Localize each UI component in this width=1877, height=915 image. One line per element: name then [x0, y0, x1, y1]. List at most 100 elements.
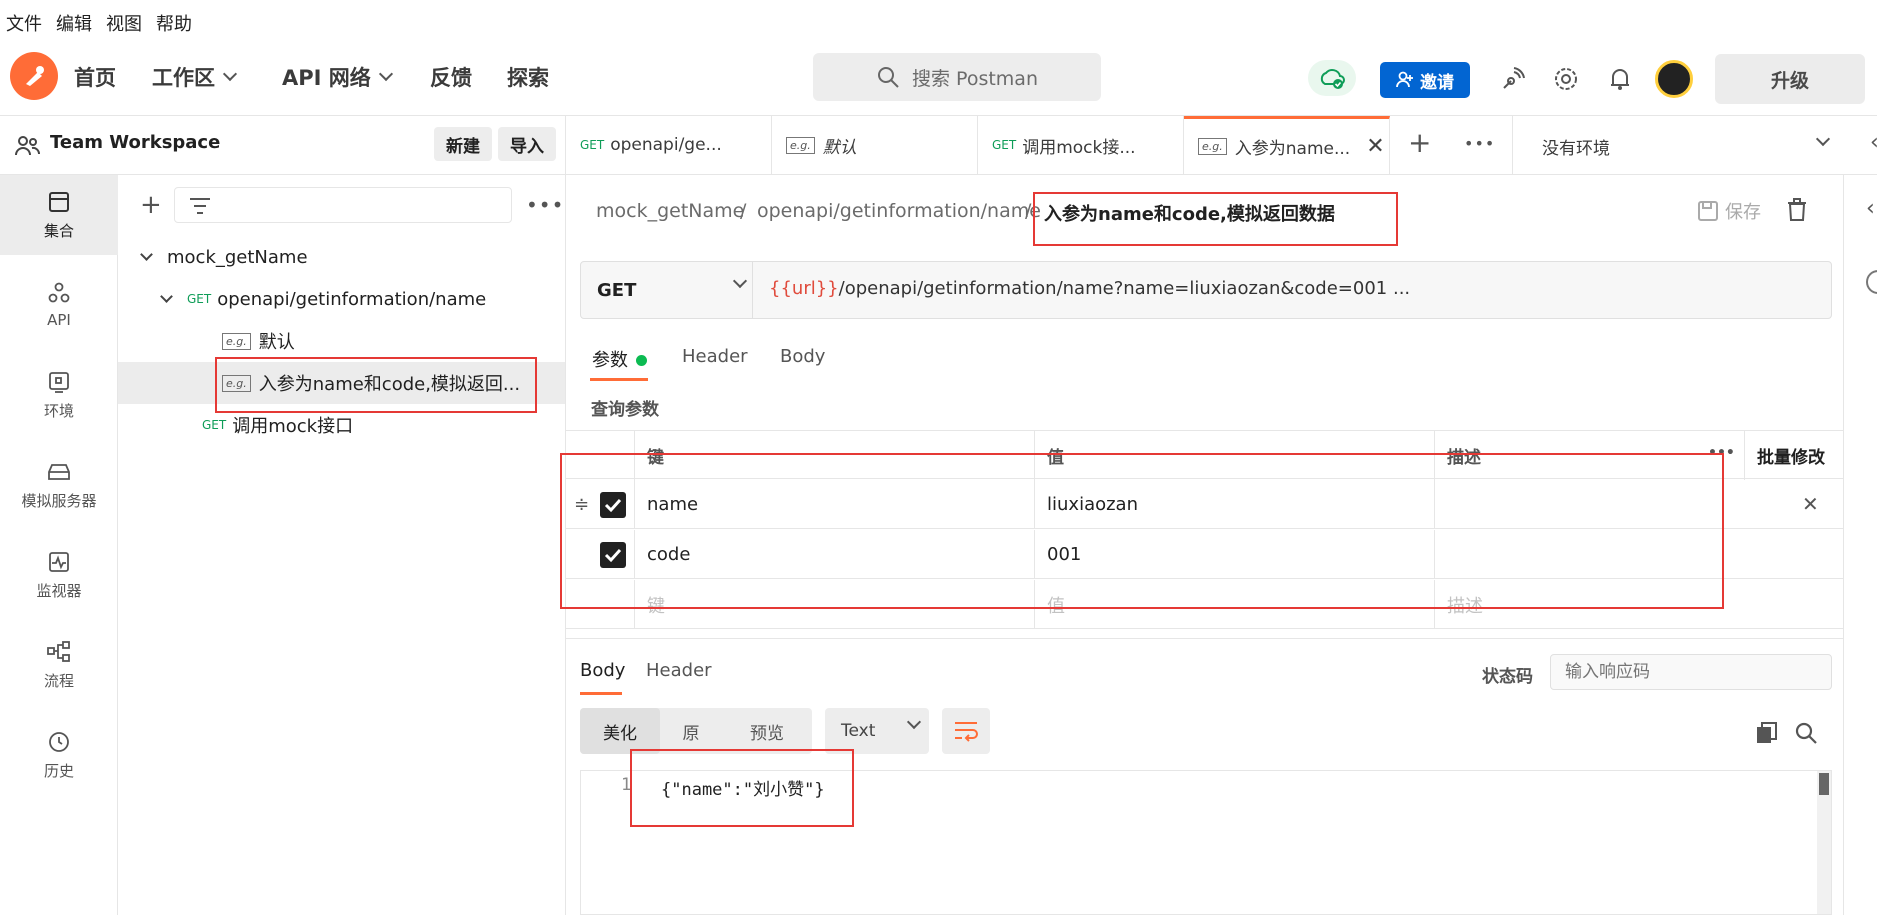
breadcrumb-request[interactable]: openapi/getinformation/name: [757, 200, 1041, 222]
description-cell[interactable]: [1434, 480, 1843, 529]
table-row: code 001: [566, 530, 1843, 579]
scrollbar-thumb[interactable]: [1819, 773, 1829, 795]
sync-status-button[interactable]: [1308, 60, 1356, 96]
menu-help[interactable]: 帮助: [156, 10, 192, 36]
tab-request[interactable]: GET openapi/ge...: [566, 116, 772, 174]
example-icon: e.g.: [222, 332, 251, 350]
rail-item-mock-servers[interactable]: 模拟服务器: [0, 445, 118, 525]
rail-item-flows[interactable]: 流程: [0, 625, 118, 705]
tree-request[interactable]: GET 调用mock接口: [118, 404, 565, 446]
view-preview[interactable]: 预览: [722, 708, 812, 754]
close-icon[interactable]: ✕: [1366, 134, 1384, 159]
api-icon: [48, 282, 70, 303]
tree-example[interactable]: e.g. 默认: [118, 320, 565, 362]
view-raw[interactable]: 原: [660, 708, 722, 754]
table-row: ≑ name liuxiaozan ✕: [566, 480, 1843, 529]
tab-header[interactable]: Header: [682, 346, 748, 367]
response-editor[interactable]: 1 {"name":"刘小赞"}: [580, 770, 1832, 915]
rail-item-api[interactable]: API: [0, 265, 118, 345]
delete-row-icon[interactable]: ✕: [1802, 492, 1819, 516]
divider: [1512, 116, 1513, 174]
divider: [566, 638, 1843, 639]
team-icon: [15, 136, 40, 156]
description-cell[interactable]: [1434, 530, 1843, 579]
tab-response-header[interactable]: Header: [646, 660, 712, 681]
user-avatar[interactable]: [1655, 60, 1693, 98]
url-input[interactable]: {{url}}/openapi/getinformation/name?name…: [769, 278, 1410, 299]
query-params-title: 查询参数: [591, 400, 659, 420]
satellite-icon[interactable]: [1500, 66, 1526, 92]
rail-item-monitors[interactable]: 监视器: [0, 535, 118, 615]
row-checkbox[interactable]: [600, 492, 626, 518]
info-icon[interactable]: [1866, 270, 1877, 294]
collection-icon: [49, 191, 69, 212]
environment-icon: [49, 371, 69, 393]
search-icon[interactable]: [1794, 721, 1818, 745]
tab-example[interactable]: e.g. 默认: [772, 116, 978, 174]
menu-view[interactable]: 视图: [106, 10, 142, 36]
tree-request[interactable]: GET openapi/getinformation/name: [118, 278, 565, 320]
rail-item-environments[interactable]: 环境: [0, 355, 118, 435]
menu-file[interactable]: 文件: [6, 10, 42, 36]
url-bar: GET {{url}}/openapi/getinformation/name?…: [580, 261, 1832, 319]
wrap-icon: [955, 722, 978, 742]
tab-example-active[interactable]: e.g. 入参为name... ✕: [1184, 116, 1390, 174]
history-icon: [49, 731, 69, 752]
more-options-icon[interactable]: •••: [526, 193, 564, 217]
nav-api-network[interactable]: API 网络: [282, 62, 393, 92]
more-options-icon[interactable]: •••: [1708, 445, 1735, 461]
tab-response-body[interactable]: Body: [580, 660, 625, 681]
method-select[interactable]: GET: [581, 262, 753, 318]
filter-input[interactable]: [174, 187, 512, 223]
trash-icon[interactable]: [1786, 198, 1808, 222]
menu-edit[interactable]: 编辑: [56, 10, 92, 36]
upgrade-button[interactable]: 升级: [1715, 54, 1865, 104]
search-input[interactable]: 搜索 Postman: [813, 53, 1101, 101]
notification-bell-icon[interactable]: [1607, 66, 1633, 92]
rail-item-collections[interactable]: 集合: [0, 175, 118, 255]
wrap-lines-button[interactable]: [942, 708, 990, 754]
rail-item-history[interactable]: 历史: [0, 715, 118, 795]
view-pretty[interactable]: 美化: [580, 708, 660, 754]
description-input[interactable]: 描述: [1434, 580, 1843, 629]
nav-home[interactable]: 首页: [74, 62, 116, 92]
top-header: 首页 工作区 API 网络 反馈 探索 搜索 Postman 邀请 升级: [0, 40, 1877, 116]
new-button[interactable]: 新建: [434, 127, 492, 161]
drag-handle-icon[interactable]: ≑: [574, 494, 589, 515]
import-button[interactable]: 导入: [498, 127, 556, 161]
chevron-down-icon: [222, 66, 238, 82]
save-icon: [1698, 201, 1718, 221]
tab-request[interactable]: GET 调用mock接...: [978, 116, 1184, 174]
nav-workspace[interactable]: 工作区: [152, 62, 238, 92]
nav-explore[interactable]: 探索: [507, 62, 549, 92]
add-collection-button[interactable]: +: [140, 192, 162, 218]
copy-icon[interactable]: [1755, 721, 1779, 745]
chevron-left-icon[interactable]: ‹: [1870, 130, 1877, 155]
nav-feedback[interactable]: 反馈: [430, 62, 472, 92]
tree-example-selected[interactable]: e.g. 入参为name和code,模拟返回...: [118, 362, 565, 404]
tab-body[interactable]: Body: [780, 346, 825, 367]
breadcrumb-collection[interactable]: mock_getName: [596, 200, 744, 222]
page-title[interactable]: 入参为name和code,模拟返回数据: [1044, 200, 1335, 226]
invite-button[interactable]: 邀请: [1380, 62, 1470, 98]
chevron-down-icon[interactable]: [1815, 131, 1831, 147]
tree-collection[interactable]: mock_getName: [118, 236, 565, 278]
save-button[interactable]: 保存: [1697, 198, 1761, 224]
row-checkbox[interactable]: [600, 542, 626, 568]
value-input[interactable]: 值: [1034, 580, 1434, 629]
format-select[interactable]: Text: [825, 708, 929, 754]
settings-gear-icon[interactable]: [1553, 66, 1579, 92]
table-row-empty: 键 值 描述: [566, 580, 1843, 629]
bulk-edit-button[interactable]: 批量修改: [1744, 431, 1843, 480]
status-code-input[interactable]: [1550, 654, 1832, 690]
key-input[interactable]: 键: [634, 580, 1034, 629]
more-tabs-icon[interactable]: •••: [1464, 134, 1495, 153]
tab-params[interactable]: 参数: [592, 346, 647, 372]
postman-logo[interactable]: [10, 52, 58, 100]
chevron-down-icon: [140, 248, 153, 261]
collection-tree: + ••• mock_getName GET openapi/getinform…: [118, 175, 566, 915]
chevron-down-icon: [378, 66, 393, 82]
new-tab-button[interactable]: +: [1408, 126, 1431, 159]
chevron-left-icon[interactable]: ‹: [1866, 196, 1875, 221]
environment-select[interactable]: 没有环境: [1542, 134, 1610, 159]
